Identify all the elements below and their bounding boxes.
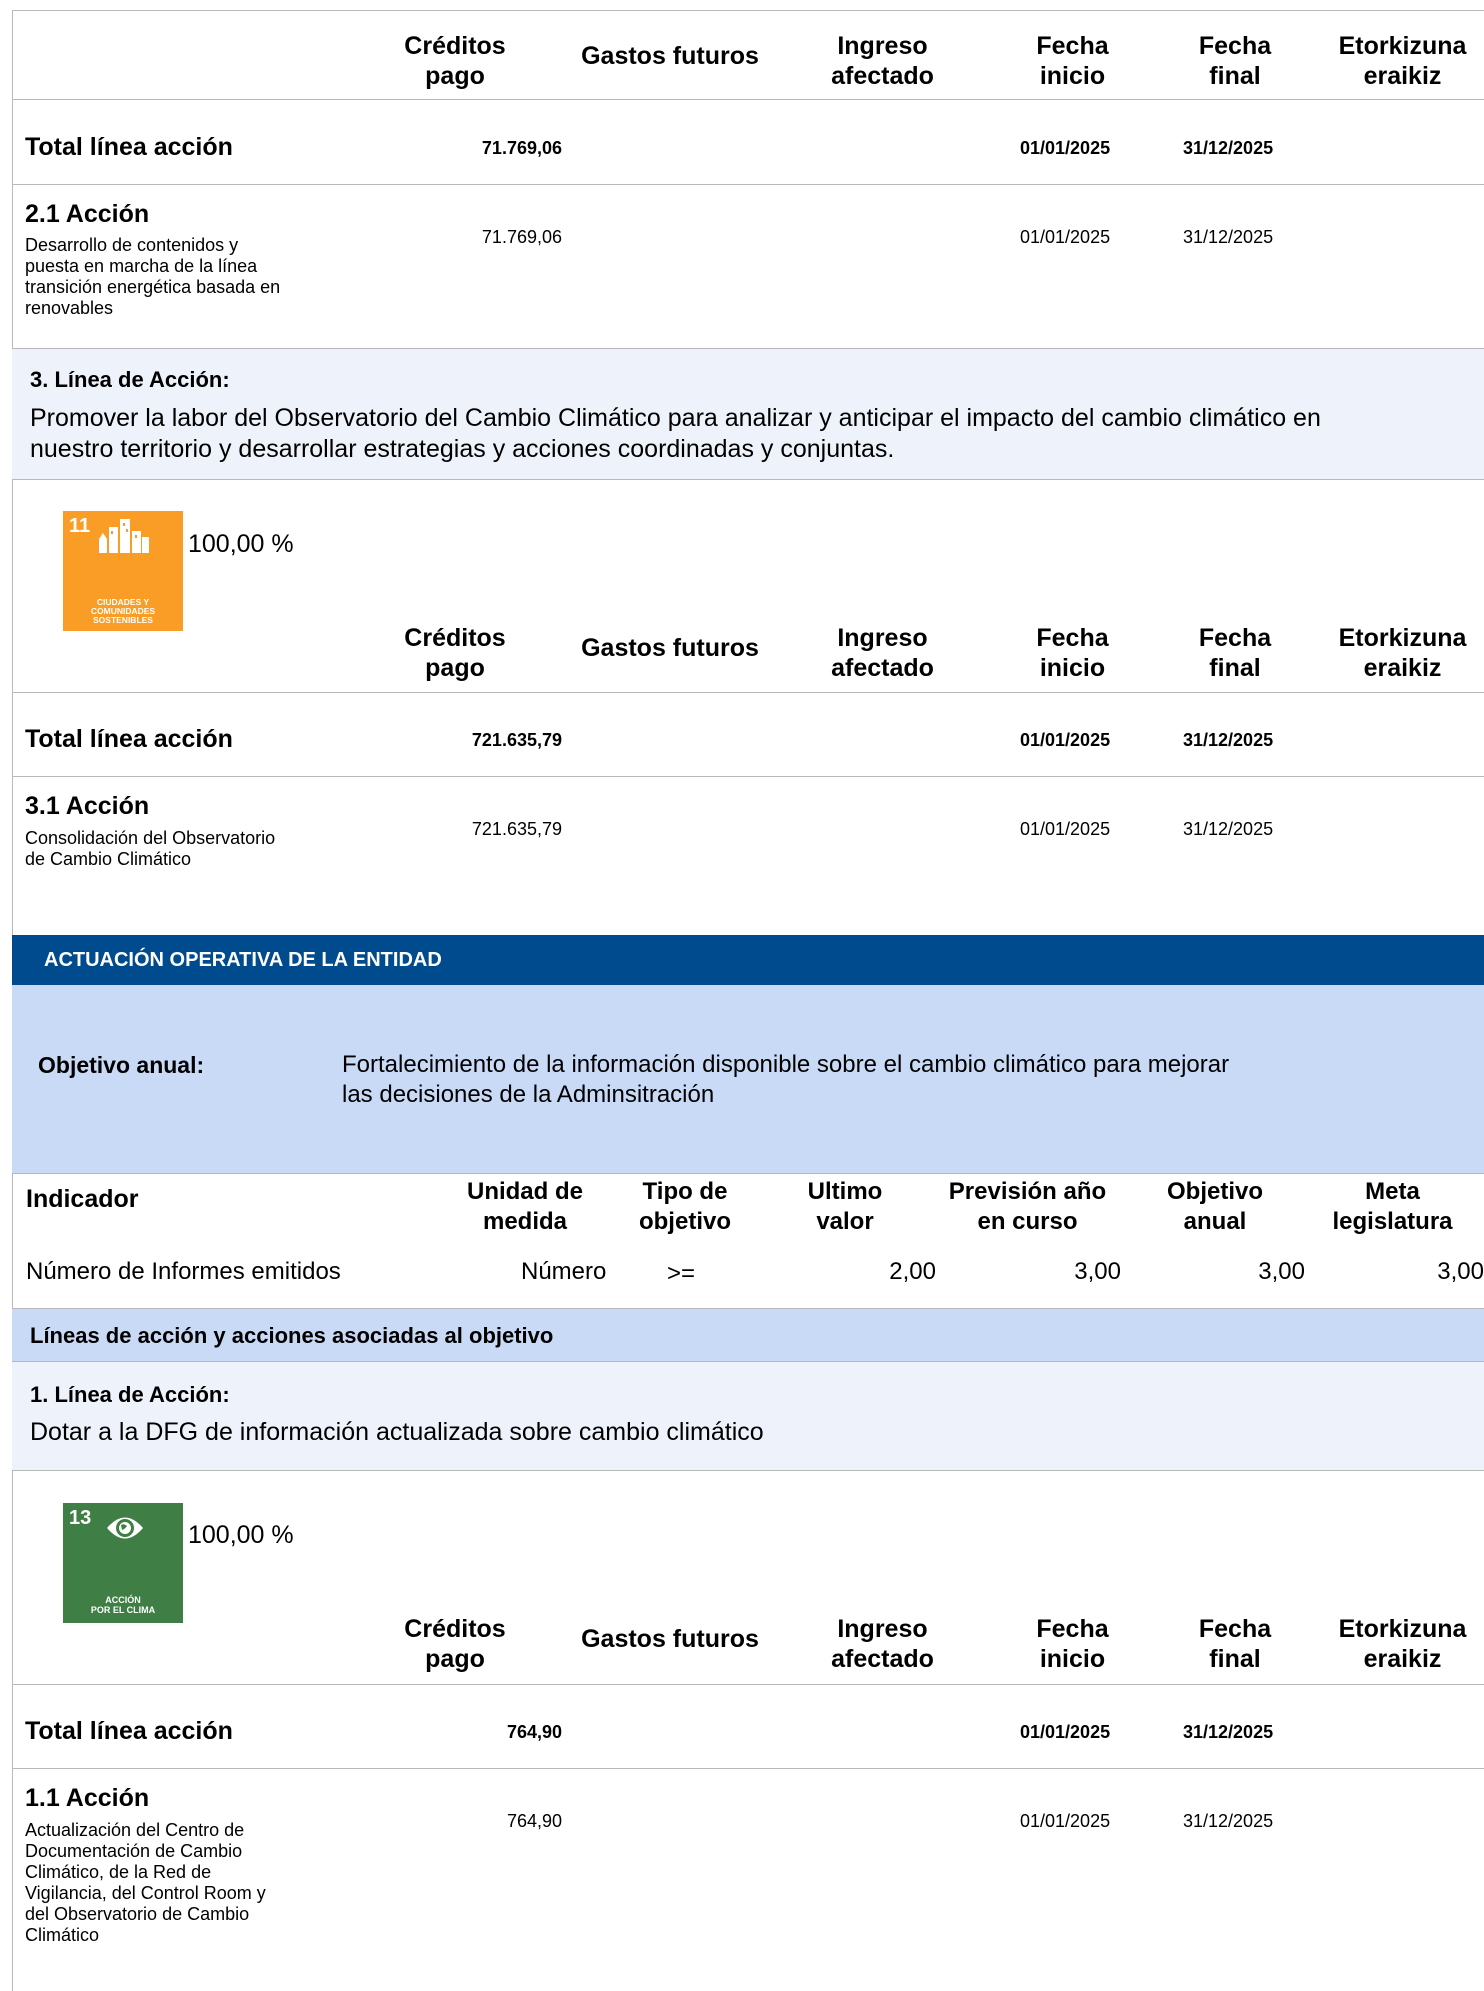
accion-final: 31/12/2025 — [1183, 819, 1274, 839]
accion-final: 31/12/2025 — [1183, 1811, 1274, 1831]
header-etorkizuna: Etorkizuna eraikiz — [1338, 1615, 1467, 1673]
header-gastos-futuros: Gastos futuros — [581, 634, 759, 662]
header-meta: Meta legislatura — [1332, 1178, 1453, 1235]
total-final: 31/12/2025 — [1183, 730, 1274, 750]
divider — [12, 1684, 1484, 1685]
divider — [12, 184, 1484, 185]
total-inicio: 01/01/2025 — [1020, 138, 1111, 158]
header-gastos-futuros: Gastos futuros — [581, 1625, 759, 1653]
indicador-tipo: >= — [667, 1260, 696, 1287]
total-creditos: 764,90 — [506, 1722, 562, 1742]
total-inicio: 01/01/2025 — [1020, 1722, 1111, 1742]
header-fecha-inicio: Fecha inicio — [1036, 624, 1109, 682]
indicador-meta: 3,00 — [1437, 1258, 1484, 1285]
indicador-unidad: Número — [521, 1258, 607, 1285]
linea-title: 3. Línea de Acción: — [30, 367, 230, 392]
header-fecha-final: Fecha final — [1198, 624, 1272, 682]
sdg-13-icon: 13 ACCIÓN POR EL CLIMA — [63, 1503, 183, 1623]
accion-desc: Consolidación del Observatorio de Cambio … — [25, 828, 276, 869]
total-final: 31/12/2025 — [1183, 1722, 1274, 1742]
linea-text: Dotar a la DFG de información actualizad… — [30, 1418, 764, 1446]
indicador-ultimo: 2,00 — [889, 1258, 936, 1285]
header-etorkizuna: Etorkizuna eraikiz — [1338, 624, 1467, 682]
objetivo-text: Fortalecimiento de la información dispon… — [342, 1051, 1230, 1108]
indicador-header-label: Indicador — [26, 1185, 139, 1213]
accion-creditos: 721.635,79 — [471, 819, 562, 839]
divider — [12, 1173, 1484, 1174]
divider — [12, 1470, 1484, 1471]
linea-accion-1: 1. Línea de Acción: Dotar a la DFG de in… — [12, 1362, 1484, 1470]
header-fecha-inicio: Fecha inicio — [1036, 1615, 1109, 1673]
lineas-header: Líneas de acción y acciones asociadas al… — [30, 1323, 554, 1348]
header-creditos-pago: Créditos pago — [404, 32, 506, 90]
accion-desc: Desarrollo de contenidos y puesta en marc… — [25, 235, 281, 318]
header-fecha-inicio: Fecha inicio — [1036, 32, 1109, 90]
linea-text: Promover la labor del Observatorio del C… — [30, 404, 1321, 463]
divider — [12, 692, 1484, 693]
header-creditos-pago: Créditos pago — [404, 1615, 506, 1673]
accion-inicio: 01/01/2025 — [1020, 227, 1111, 247]
indicador-name: Número de Informes emitidos — [26, 1258, 341, 1285]
linea-title: 1. Línea de Acción: — [30, 1382, 230, 1407]
accion-title: 2.1 Acción — [25, 200, 150, 228]
header-ingreso-afectado: Ingreso afectado — [831, 32, 934, 90]
total-creditos: 721.635,79 — [471, 730, 562, 750]
accion-final: 31/12/2025 — [1183, 227, 1274, 247]
accion-inicio: 01/01/2025 — [1020, 819, 1111, 839]
objetivo-label: Objetivo anual: — [38, 1052, 205, 1078]
sdg-11-icon: 11 CIUDADES Y COMUNIDADES SOSTENIBLES — [63, 511, 183, 631]
total-final: 31/12/2025 — [1183, 138, 1274, 158]
header-fecha-final: Fecha final — [1198, 32, 1272, 90]
header-gastos-futuros: Gastos futuros — [581, 42, 759, 70]
lineas-header-band: Líneas de acción y acciones asociadas al… — [12, 1309, 1484, 1361]
top-border — [12, 10, 1484, 11]
header-ultimo: Ultimo valor — [807, 1178, 883, 1235]
total-creditos: 71.769,06 — [481, 138, 562, 158]
header-fecha-final: Fecha final — [1198, 1615, 1272, 1673]
actuacion-header: ACTUACIÓN OPERATIVA DE LA ENTIDAD — [12, 935, 1484, 985]
header-ingreso-afectado: Ingreso afectado — [831, 1615, 934, 1673]
header-creditos-pago: Créditos pago — [404, 624, 506, 682]
header-prevision: Previsión año en curso — [948, 1178, 1107, 1235]
accion-title: 1.1 Acción — [25, 1784, 150, 1812]
divider — [12, 776, 1484, 777]
accion-inicio: 01/01/2025 — [1020, 1811, 1111, 1831]
actuacion-title: ACTUACIÓN OPERATIVA DE LA ENTIDAD — [44, 949, 442, 971]
divider — [12, 99, 1484, 100]
header-objetivo: Objetivo anual — [1166, 1178, 1263, 1235]
accion-title: 3.1 Acción — [25, 792, 150, 820]
total-label: Total línea acción — [25, 725, 233, 753]
header-tipo: Tipo de objetivo — [638, 1178, 731, 1235]
objetivo-anual-band: Objetivo anual: Fortalecimiento de la in… — [12, 985, 1484, 1173]
linea-accion-3: 3. Línea de Acción: Promover la labor de… — [12, 349, 1484, 479]
sdg-11-percent: 100,00 % — [188, 530, 294, 558]
divider — [12, 479, 1484, 480]
indicador-prevision: 3,00 — [1074, 1258, 1121, 1285]
accion-desc: Actualización del Centro de Documentación… — [25, 1820, 266, 1945]
header-etorkizuna: Etorkizuna eraikiz — [1338, 32, 1467, 90]
divider — [12, 1768, 1484, 1769]
total-label: Total línea acción — [25, 133, 233, 161]
header-ingreso-afectado: Ingreso afectado — [831, 624, 934, 682]
total-label: Total línea acción — [25, 1717, 233, 1745]
accion-creditos: 71.769,06 — [481, 227, 562, 247]
sdg-13-percent: 100,00 % — [188, 1521, 294, 1549]
indicador-objetivo: 3,00 — [1258, 1258, 1305, 1285]
header-unidad: Unidad de medida — [466, 1178, 583, 1235]
accion-creditos: 764,90 — [506, 1811, 562, 1831]
total-inicio: 01/01/2025 — [1020, 730, 1111, 750]
